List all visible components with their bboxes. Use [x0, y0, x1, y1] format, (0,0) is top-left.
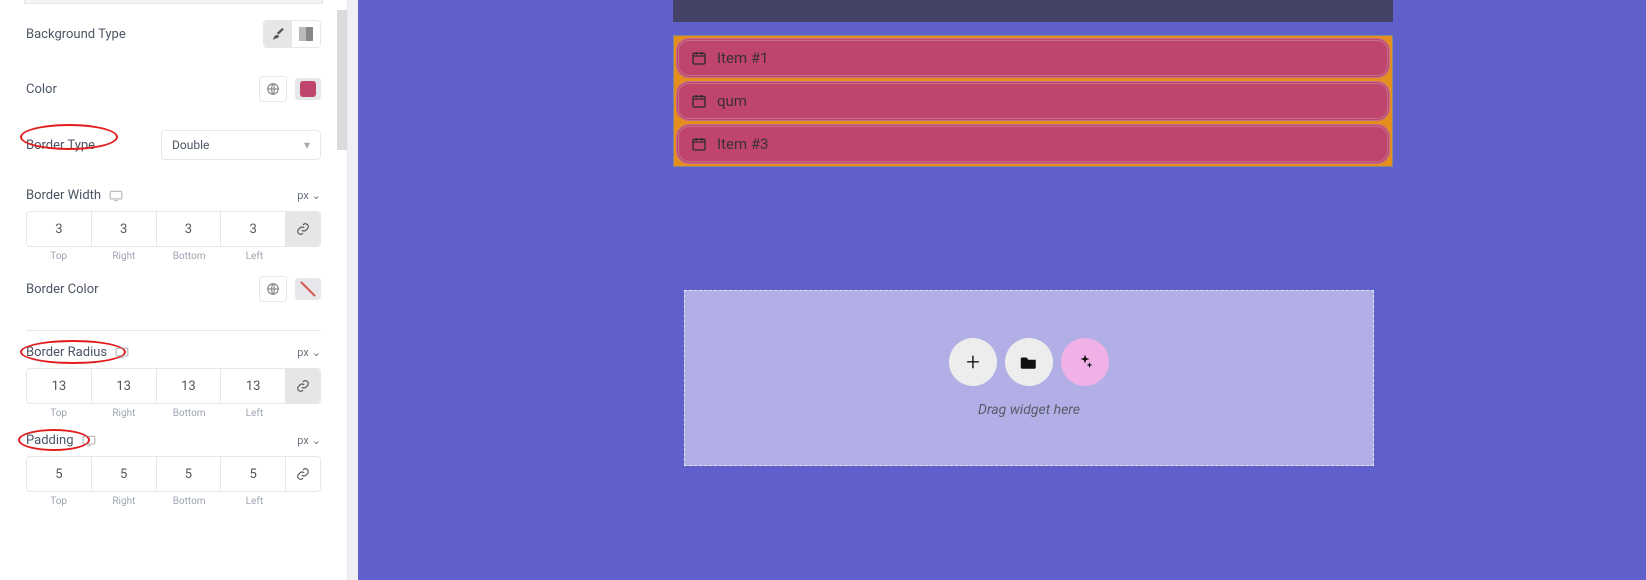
background-type-control: Background Type — [26, 6, 321, 62]
list-item-label: qum — [717, 92, 747, 110]
padding-bottom[interactable]: 5 — [157, 457, 222, 491]
border-width-left[interactable]: 3 — [221, 212, 286, 246]
border-radius-header: Border Radius px⌄ — [26, 331, 321, 360]
list-item[interactable]: Item #3 — [676, 124, 1390, 164]
border-radius-top[interactable]: 13 — [27, 369, 92, 403]
desktop-icon[interactable] — [115, 347, 129, 359]
sparkle-icon — [1076, 353, 1094, 371]
padding-unit[interactable]: px⌄ — [297, 434, 321, 447]
border-color-swatch[interactable] — [295, 278, 321, 300]
color-control: Color — [26, 62, 321, 116]
border-type-label: Border Type — [26, 138, 95, 153]
folder-icon — [1020, 354, 1038, 370]
color-swatch[interactable] — [295, 78, 321, 100]
list-item-label: Item #3 — [717, 135, 768, 153]
border-type-select[interactable]: Double ▾ — [161, 130, 321, 160]
padding-top[interactable]: 5 — [27, 457, 92, 491]
chevron-down-icon: ▾ — [304, 138, 310, 152]
calendar-icon — [691, 136, 707, 152]
drop-zone[interactable]: + Drag widget here — [684, 290, 1374, 466]
link-values-button[interactable] — [286, 369, 320, 403]
color-label: Color — [26, 82, 57, 97]
link-icon — [296, 222, 310, 236]
no-color-icon — [300, 281, 316, 297]
scrollbar[interactable] — [337, 10, 347, 150]
calendar-icon — [691, 50, 707, 66]
border-radius-label: Border Radius — [26, 345, 107, 360]
globe-icon — [266, 282, 280, 296]
bg-type-gradient[interactable] — [292, 21, 320, 47]
canvas-gutter — [348, 0, 358, 580]
drop-zone-text: Drag widget here — [978, 402, 1080, 418]
drop-zone-buttons: + — [949, 338, 1109, 386]
captions: TopRightBottomLeft — [26, 251, 321, 262]
background-type-toggle — [263, 20, 321, 48]
border-width-unit[interactable]: px⌄ — [297, 189, 321, 202]
globe-icon — [266, 82, 280, 96]
border-color-label: Border Color — [26, 282, 99, 297]
border-color-control: Border Color — [26, 262, 321, 316]
global-color-button[interactable] — [259, 76, 287, 102]
global-border-color-button[interactable] — [259, 276, 287, 302]
border-width-label: Border Width — [26, 188, 101, 203]
captions: TopRightBottomLeft — [26, 496, 321, 507]
padding-header: Padding px⌄ — [26, 419, 321, 448]
list-widget[interactable]: Item #1 qum Item #3 — [673, 35, 1393, 167]
padding-label: Padding — [26, 433, 74, 448]
ai-widget-button[interactable] — [1061, 338, 1109, 386]
list-item[interactable]: qum — [676, 81, 1390, 121]
border-type-value: Double — [172, 138, 209, 152]
padding-left[interactable]: 5 — [221, 457, 286, 491]
bg-type-classic[interactable] — [264, 21, 292, 47]
section-placeholder[interactable] — [673, 0, 1393, 22]
border-radius-left[interactable]: 13 — [221, 369, 286, 403]
border-type-control: Border Type Double ▾ — [26, 116, 321, 174]
desktop-icon[interactable] — [82, 435, 96, 447]
color-value — [300, 81, 316, 97]
add-widget-button[interactable]: + — [949, 338, 997, 386]
list-item[interactable]: Item #1 — [676, 38, 1390, 78]
border-width-top[interactable]: 3 — [27, 212, 92, 246]
border-radius-bottom[interactable]: 13 — [157, 369, 222, 403]
border-width-bottom[interactable]: 3 — [157, 212, 222, 246]
link-icon — [296, 379, 310, 393]
captions: TopRightBottomLeft — [26, 408, 321, 419]
widget-library-button[interactable] — [1005, 338, 1053, 386]
plus-icon: + — [966, 348, 980, 376]
border-width-right[interactable]: 3 — [92, 212, 157, 246]
background-type-label: Background Type — [26, 27, 126, 42]
style-panel: Background Type Color Border Type Double — [0, 0, 348, 580]
link-values-button[interactable] — [286, 457, 320, 491]
padding-inputs: 5 5 5 5 — [26, 456, 321, 492]
link-icon — [296, 467, 310, 481]
paintbrush-icon — [271, 27, 285, 41]
border-width-inputs: 3 3 3 3 — [26, 211, 321, 247]
editor-canvas[interactable]: Item #1 qum Item #3 + Drag widget here — [348, 0, 1646, 580]
link-values-button[interactable] — [286, 212, 320, 246]
border-radius-right[interactable]: 13 — [92, 369, 157, 403]
border-width-header: Border Width px⌄ — [26, 174, 321, 203]
calendar-icon — [691, 93, 707, 109]
padding-right[interactable]: 5 — [92, 457, 157, 491]
border-radius-inputs: 13 13 13 13 — [26, 368, 321, 404]
border-radius-unit[interactable]: px⌄ — [297, 346, 321, 359]
gradient-icon — [299, 27, 313, 41]
desktop-icon[interactable] — [109, 190, 123, 202]
list-item-label: Item #1 — [717, 49, 768, 67]
